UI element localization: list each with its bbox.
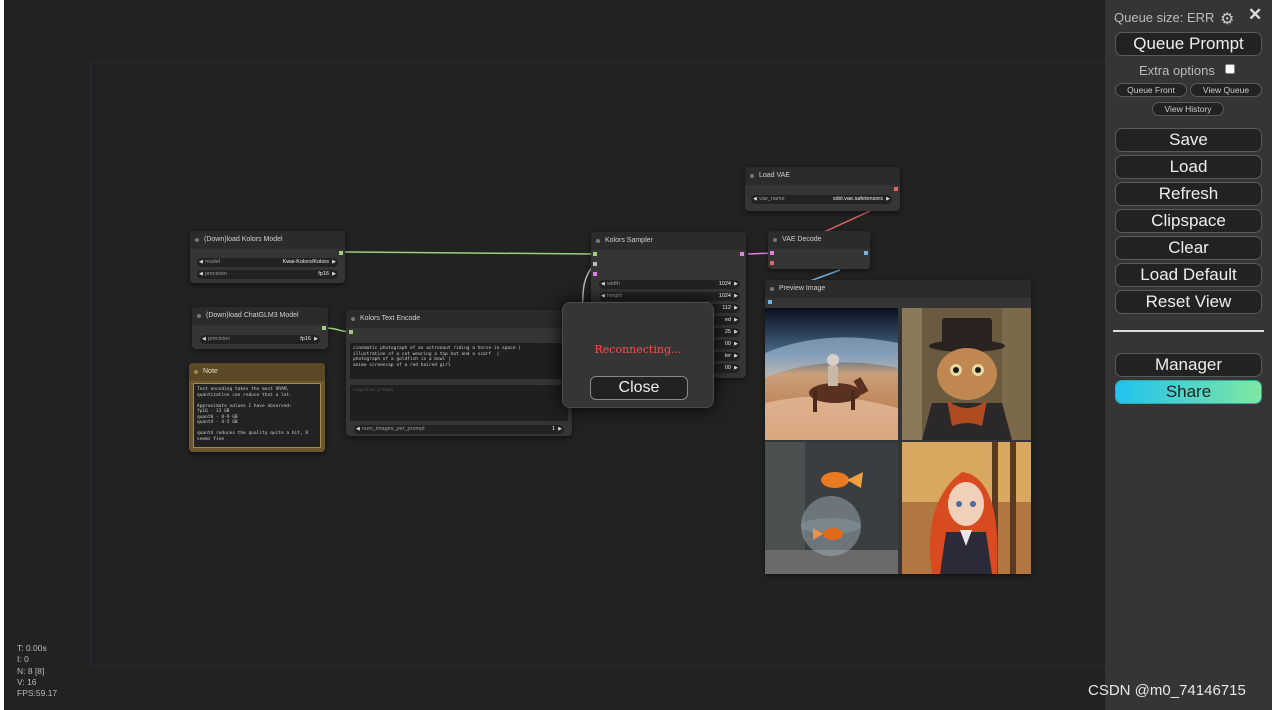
reconnecting-dialog: Reconnecting... Close (562, 302, 714, 408)
node-preview-image[interactable]: Preview Image (765, 280, 1031, 574)
kolors-model-output-port[interactable] (339, 251, 343, 255)
node-title: Note (203, 368, 218, 375)
preview-image-anime-girl[interactable] (902, 442, 1031, 574)
height-widget[interactable]: ◀ height 1024 ▶ (599, 292, 740, 301)
comfyui-window: Load VAE ◀ vae_name sdxl.vae.safetensors ▶ … (4, 0, 1272, 710)
menu-divider (1113, 330, 1264, 332)
note-text[interactable]: Text encoding takes the most VRAM, quant… (193, 383, 321, 448)
node-title: VAE Decode (782, 236, 822, 243)
side-menu: Queue size: ERR ⚙ ✕ Queue Prompt Extra o… (1105, 0, 1272, 710)
node-vae-decode[interactable]: VAE Decode (768, 231, 870, 269)
extra-options-label: Extra options (1139, 63, 1215, 78)
node-title: Load VAE (759, 172, 791, 179)
node-title: (Down)load ChatGLM3 Model (206, 312, 299, 319)
num-images-widget[interactable]: ◀ num_images_per_prompt 1 ▶ (354, 425, 564, 434)
stat-i: I: 0 (17, 654, 29, 665)
chatglm-input-port[interactable] (349, 330, 353, 334)
save-button[interactable]: Save (1115, 128, 1262, 152)
queue-prompt-button[interactable]: Queue Prompt (1115, 32, 1262, 56)
vae-output-port[interactable] (894, 187, 898, 191)
preview-image-input-port[interactable] (768, 300, 772, 304)
extra-options-checkbox[interactable] (1225, 64, 1235, 74)
node-load-vae[interactable]: Load VAE ◀ vae_name sdxl.vae.safetensors ▶ (745, 167, 900, 211)
precision-widget[interactable]: ◀ precision fp16 ▶ (197, 270, 338, 279)
model-widget[interactable]: ◀ model Kwai-Kolors/Kolors ▶ (197, 258, 338, 267)
vae-name-widget[interactable]: ◀ vae_name sdxl.vae.safetensors ▶ (751, 195, 892, 204)
clear-button[interactable]: Clear (1115, 236, 1262, 260)
stat-fps: FPS:59.17 (17, 688, 58, 699)
view-queue-button[interactable]: View Queue (1190, 83, 1262, 97)
vae-decode-image-output-port[interactable] (864, 251, 868, 255)
sampler-latent-input-port[interactable] (593, 272, 597, 276)
preview-image-cat[interactable] (902, 308, 1031, 440)
refresh-button[interactable]: Refresh (1115, 182, 1262, 206)
prompt-textarea[interactable]: cinematic photograph of an astronaut rid… (350, 343, 568, 379)
clipspace-button[interactable]: Clipspace (1115, 209, 1262, 233)
watermark: CSDN @m0_74146715 (1088, 682, 1246, 699)
dialog-close-button[interactable]: Close (590, 376, 688, 400)
preview-image-astronaut[interactable] (765, 308, 898, 440)
preview-image-goldfish[interactable] (765, 442, 898, 574)
sampler-embeds-input-port[interactable] (593, 262, 597, 266)
node-title: Kolors Sampler (605, 237, 653, 244)
close-icon[interactable]: ✕ (1248, 5, 1262, 25)
render-stats: T: 0.00s I: 0 N: 8 [8] V: 16 FPS:59.17 (17, 643, 57, 699)
load-button[interactable]: Load (1115, 155, 1262, 179)
vae-decode-vae-input-port[interactable] (770, 261, 774, 265)
vae-decode-samples-input-port[interactable] (770, 251, 774, 255)
manager-button[interactable]: Manager (1115, 353, 1262, 377)
node-title: Kolors Text Encode (360, 315, 421, 322)
node-download-kolors-model[interactable]: (Down)load Kolors Model ◀ model Kwai-Kolor… (190, 231, 345, 283)
chatglm-precision-widget[interactable]: ◀ precision fp16 ▶ (200, 335, 320, 344)
reset-view-button[interactable]: Reset View (1115, 290, 1262, 314)
sampler-latent-output-port[interactable] (740, 252, 744, 256)
width-widget[interactable]: ◀ width 1024 ▶ (599, 280, 740, 289)
negative-prompt-textarea[interactable]: negative_prompt (350, 385, 568, 421)
chatglm-output-port[interactable] (322, 326, 326, 330)
graph-canvas[interactable]: Load VAE ◀ vae_name sdxl.vae.safetensors ▶ … (4, 0, 1110, 710)
load-default-button[interactable]: Load Default (1115, 263, 1262, 287)
node-title: Preview Image (779, 285, 826, 292)
node-title: (Down)load Kolors Model (204, 236, 283, 243)
stat-time: T: 0.00s (17, 643, 47, 653)
node-download-chatglm3-model[interactable]: (Down)load ChatGLM3 Model ◀ precision fp16… (192, 307, 328, 349)
reconnecting-message: Reconnecting... (594, 343, 682, 356)
share-button[interactable]: Share (1115, 380, 1262, 404)
view-history-button[interactable]: View History (1152, 102, 1224, 116)
stat-nodes: N: 8 [8] (17, 665, 45, 676)
node-kolors-text-encode[interactable]: Kolors Text Encode cinematic photograph … (346, 310, 572, 436)
gear-icon[interactable]: ⚙ (1220, 9, 1234, 29)
node-note[interactable]: Note Text encoding takes the most VRAM, … (189, 363, 325, 452)
sampler-model-input-port[interactable] (593, 252, 597, 256)
queue-front-button[interactable]: Queue Front (1115, 83, 1187, 97)
queue-size-label: Queue size: ERR (1114, 10, 1215, 25)
stat-v: V: 16 (17, 676, 37, 687)
